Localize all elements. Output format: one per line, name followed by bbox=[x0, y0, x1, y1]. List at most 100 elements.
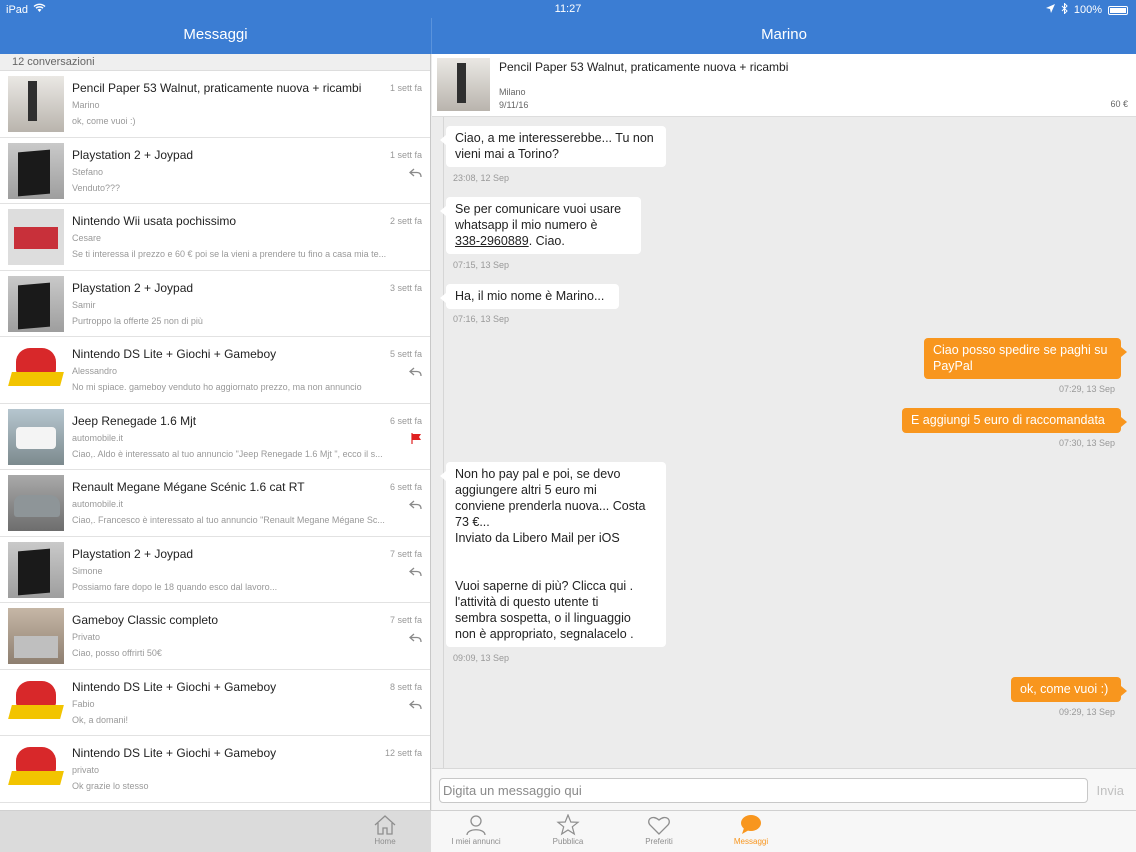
conversation-user: Alessandro bbox=[72, 366, 118, 376]
conversation-item[interactable]: Pencil Paper 53 Walnut, praticamente nuo… bbox=[0, 71, 430, 138]
messages-title: Messaggi bbox=[183, 26, 248, 43]
conversation-title: Nintendo DS Lite + Giochi + Gameboy bbox=[72, 347, 277, 361]
conversation-preview: Ciao,. Francesco è interessato al tuo an… bbox=[72, 515, 385, 525]
conversation-title: Playstation 2 + Joypad bbox=[72, 147, 194, 162]
message-input[interactable]: Digita un messaggio qui bbox=[439, 778, 1088, 803]
conversation-preview: Ciao,. Aldo è interessato al tuo annunci… bbox=[72, 448, 383, 459]
conversation-item[interactable]: Gameboy Classic completo 7 sett fa Privato… bbox=[0, 603, 430, 670]
send-button[interactable]: Invia bbox=[1097, 783, 1124, 798]
star-icon bbox=[556, 814, 580, 836]
listing-thumbnail bbox=[8, 608, 64, 664]
message-text: Ciao posso spedire se paghi su PayPal bbox=[933, 343, 1108, 373]
conversation-user: Privato bbox=[72, 632, 101, 642]
chat-icon bbox=[741, 815, 761, 834]
reply-icon bbox=[409, 365, 422, 380]
conversation-item[interactable]: Playstation 2 + Joypad 7 sett fa Simone Pos… bbox=[0, 537, 430, 603]
conversation-preview: ok, come vuoi :) bbox=[72, 116, 136, 126]
phone-number-link[interactable]: 338-2960889 bbox=[455, 234, 529, 248]
reply-icon bbox=[409, 631, 422, 646]
listing-thumbnail bbox=[8, 275, 64, 332]
navigation-bar: iPad 11:27 100% Messaggi Marino bbox=[0, 0, 1136, 54]
bluetooth-icon bbox=[1061, 2, 1068, 17]
listing-title: Pencil Paper 53 Walnut, praticamente nuo… bbox=[499, 60, 789, 74]
conversation-user: Simone bbox=[72, 565, 103, 576]
listing-thumbnail[interactable] bbox=[437, 58, 490, 111]
listing-thumbnail bbox=[8, 142, 64, 199]
conversation-user: Cesare bbox=[72, 233, 102, 243]
conversation-title: Playstation 2 + Joypad bbox=[72, 546, 194, 561]
chat-area[interactable]: Ciao, a me interesserebbe... Tu non vien… bbox=[432, 117, 1136, 768]
message-bubble-outgoing: Ciao posso spedire se paghi su PayPal bbox=[924, 338, 1127, 379]
location-arrow-icon bbox=[1045, 4, 1055, 16]
conversation-title: Gameboy Classic completo bbox=[72, 613, 219, 627]
message-timestamp: 07:15, 13 Sep bbox=[453, 260, 510, 270]
message-bubble-incoming: Non ho pay pal e poi, se devo aggiungere… bbox=[440, 462, 666, 647]
conversation-user: Samir bbox=[72, 299, 96, 310]
tab-label: Preferiti bbox=[645, 837, 673, 846]
message-timestamp: 09:09, 13 Sep bbox=[453, 653, 510, 663]
conversation-user: automobile.it bbox=[72, 432, 124, 443]
conversation-preview: Ok, a domani! bbox=[72, 714, 129, 725]
conversation-time: 8 sett fa bbox=[389, 681, 422, 692]
tab-my-listings[interactable]: I miei annunci bbox=[431, 814, 521, 846]
conversation-preview: Possiamo fare dopo le 18 quando esco dal… bbox=[72, 581, 278, 592]
conversation-count: 12 conversazioni bbox=[0, 54, 430, 71]
conversation-preview: Ok grazie lo stesso bbox=[72, 781, 149, 791]
conversation-time: 6 sett fa bbox=[389, 482, 422, 492]
conversation-time: 2 sett fa bbox=[389, 216, 422, 226]
message-timestamp: 09:29, 13 Sep bbox=[1058, 707, 1115, 717]
listing-date: 9/11/16 bbox=[499, 100, 529, 110]
reply-icon bbox=[409, 498, 422, 513]
message-timestamp: 07:30, 13 Sep bbox=[1058, 438, 1115, 448]
conversation-item[interactable]: Jeep Renegade 1.6 Mjt 6 sett fa automobile… bbox=[0, 404, 430, 470]
message-bubble-outgoing: ok, come vuoi :) bbox=[1011, 677, 1127, 702]
tab-messages[interactable]: Messaggi bbox=[706, 814, 796, 846]
tab-favorites[interactable]: Preferiti bbox=[614, 814, 704, 846]
conversation-preview: Ciao, posso offrirti 50€ bbox=[72, 648, 162, 658]
conversation-item[interactable]: Renault Megane Mégane Scénic 1.6 cat RT 6… bbox=[0, 470, 430, 537]
listing-thumbnail bbox=[8, 76, 64, 132]
conversation-time: 5 sett fa bbox=[389, 349, 422, 359]
listing-thumbnail bbox=[8, 741, 64, 797]
conversation-list[interactable]: 12 conversazioni Pencil Paper 53 Walnut,… bbox=[0, 54, 431, 810]
conversation-title: Playstation 2 + Joypad bbox=[72, 280, 194, 295]
listing-thumbnail bbox=[8, 541, 64, 598]
listing-header[interactable]: Pencil Paper 53 Walnut, praticamente nuo… bbox=[432, 54, 1136, 117]
status-bar: iPad 11:27 100% bbox=[0, 0, 1136, 18]
conversation-time: 7 sett fa bbox=[389, 548, 422, 559]
status-time: 11:27 bbox=[554, 3, 582, 15]
conversation-item[interactable]: Playstation 2 + Joypad 1 sett fa Stefano Ve… bbox=[0, 138, 430, 204]
message-text: Ha, il mio nome è Marino... bbox=[455, 289, 605, 303]
conversation-user: Stefano bbox=[72, 166, 104, 177]
message-composer: Digita un messaggio qui Invia bbox=[432, 768, 1136, 810]
reply-icon bbox=[409, 698, 422, 713]
message-timestamp: 07:16, 13 Sep bbox=[453, 314, 510, 324]
conversation-time: 1 sett fa bbox=[389, 83, 422, 93]
conversation-title: Marino bbox=[761, 26, 807, 43]
conversation-item[interactable]: Playstation 2 + Joypad 3 sett fa Samir Purt… bbox=[0, 271, 430, 337]
heart-icon bbox=[648, 816, 670, 835]
battery-icon bbox=[1108, 5, 1128, 15]
tab-label: I miei annunci bbox=[451, 837, 501, 846]
conversation-item[interactable]: Nintendo DS Lite + Giochi + Gameboy 8 set… bbox=[0, 670, 430, 736]
conversation-title: Nintendo Wii usata pochissimo bbox=[72, 214, 237, 228]
tab-publish[interactable]: Pubblica bbox=[523, 814, 613, 846]
tab-label: Messaggi bbox=[733, 837, 769, 846]
conversation-item[interactable]: Nintendo DS Lite + Giochi + Gameboy 5 set… bbox=[0, 337, 430, 404]
message-bubble-incoming: Ciao, a me interesserebbe... Tu non vien… bbox=[440, 126, 666, 167]
conversation-user: Fabio bbox=[72, 698, 95, 709]
message-bubble-incoming: Ha, il mio nome è Marino... bbox=[440, 284, 619, 309]
listing-thumbnail bbox=[8, 674, 64, 731]
listing-location: Milano bbox=[499, 87, 526, 97]
conversation-preview: Venduto??? bbox=[72, 182, 121, 193]
tab-home[interactable]: Home bbox=[340, 814, 430, 846]
person-icon bbox=[466, 815, 486, 836]
conversation-item[interactable]: Nintendo Wii usata pochissimo 2 sett fa Ce… bbox=[0, 204, 430, 271]
conversation-preview: No mi spiace. gameboy venduto ho aggiorn… bbox=[72, 382, 362, 392]
conversation-title: Nintendo DS Lite + Giochi + Gameboy bbox=[72, 746, 277, 760]
message-text: Ciao, a me interesserebbe... Tu non vien… bbox=[455, 131, 654, 161]
conversation-title: Jeep Renegade 1.6 Mjt bbox=[72, 413, 197, 428]
listing-thumbnail bbox=[8, 408, 64, 465]
conversation-user: privato bbox=[72, 765, 100, 775]
conversation-item[interactable]: Nintendo DS Lite + Giochi + Gameboy 12 se… bbox=[0, 736, 430, 803]
